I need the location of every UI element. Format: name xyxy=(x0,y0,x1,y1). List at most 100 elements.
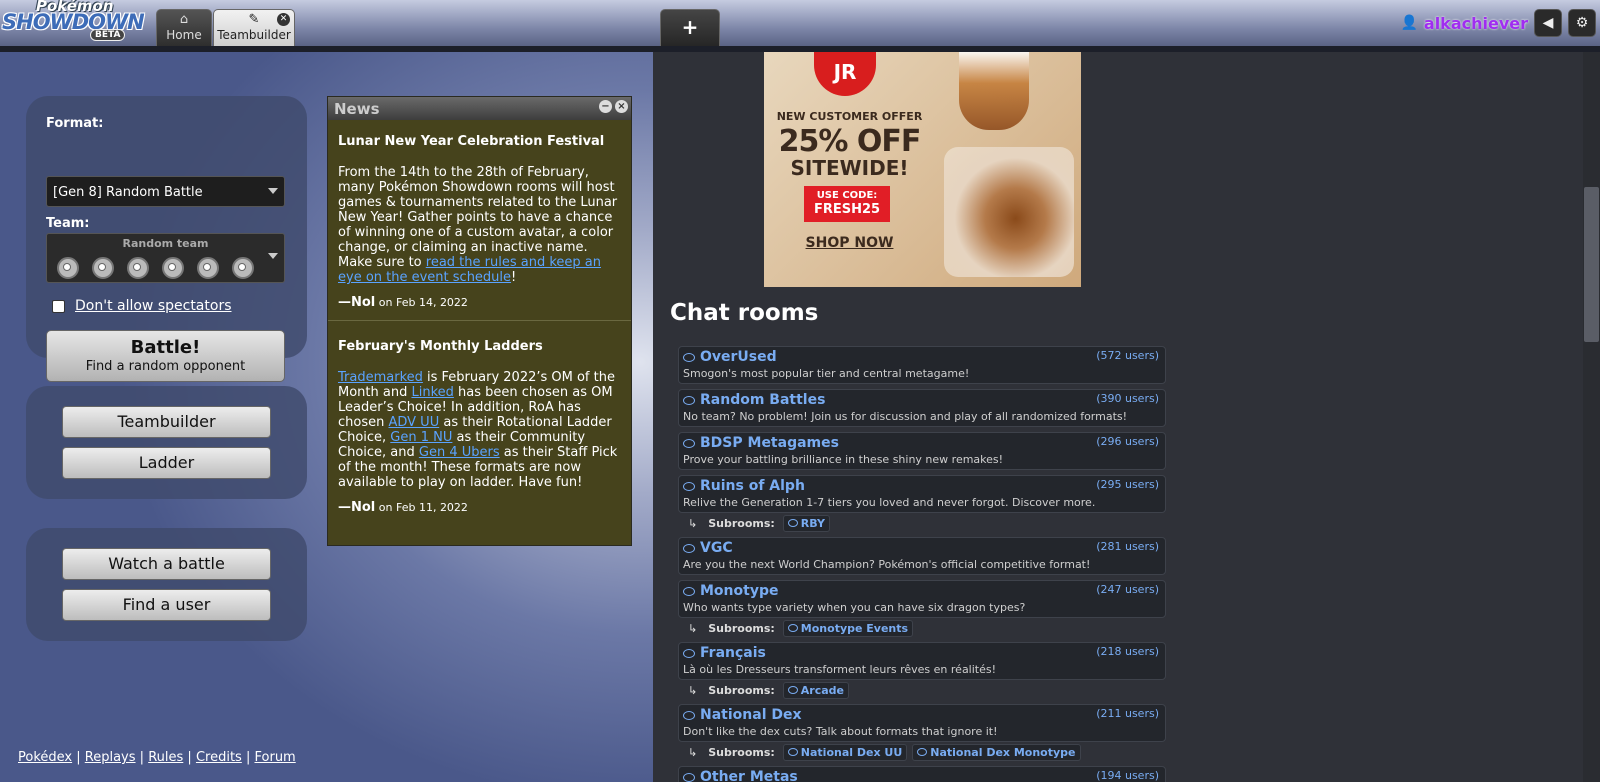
room-name: Français xyxy=(700,645,766,661)
news-item-body: From the 14th to the 28th of February, m… xyxy=(338,165,621,285)
news-item-title: Lunar New Year Celebration Festival xyxy=(338,134,605,149)
subroom-name: Arcade xyxy=(800,683,845,697)
pokeball-icon xyxy=(226,256,256,279)
news-item-body: Trademarked is February 2022’s OM of the… xyxy=(338,370,621,490)
user-bar: 👤 alkachiever ◀ ⚙ xyxy=(1400,8,1600,38)
close-tab-icon[interactable]: ✕ xyxy=(277,13,290,26)
footer-link-rules[interactable]: Rules xyxy=(148,750,183,765)
advertisement[interactable]: JR NEW CUSTOMER OFFER 25% OFF SITEWIDE! … xyxy=(764,52,1081,287)
team-icons xyxy=(51,256,256,279)
news-link[interactable]: Trademarked xyxy=(338,370,423,385)
gear-icon: ⚙ xyxy=(1575,15,1589,31)
footer-sep: | xyxy=(187,750,192,765)
footer-sep: | xyxy=(245,750,251,765)
room-desc: Relive the Generation 1-7 tiers you love… xyxy=(683,496,1096,509)
pokeball-icon xyxy=(121,256,151,279)
user-icon: 👤 xyxy=(1400,15,1418,31)
watch-battle-button[interactable]: Watch a battle xyxy=(62,548,271,580)
battle-button[interactable]: Battle! Find a random opponent xyxy=(46,330,285,382)
spectators-option[interactable]: Don't allow spectators xyxy=(52,298,232,314)
subroom-name: National Dex Monotype xyxy=(930,745,1076,759)
showdown-logo[interactable]: Pokémon SHOWDOWN BETA xyxy=(2,0,152,44)
format-label: Format: xyxy=(46,116,104,131)
room-random-battles[interactable]: Random Battles (390 users) No team? No pro… xyxy=(678,389,1166,427)
spectators-checkbox[interactable] xyxy=(52,299,65,313)
chat-bubble-icon xyxy=(683,543,695,553)
close-icon[interactable]: × xyxy=(615,100,628,113)
room-desc: Prove your battling brilliance in these … xyxy=(683,453,1004,466)
pokeball-icon xyxy=(156,256,186,279)
subroom-arcade[interactable]: Arcade xyxy=(782,681,850,699)
footer-links: Pokédex | Replays | Rules | Credits | Fo… xyxy=(18,750,296,765)
chat-bubble-icon xyxy=(787,747,798,756)
nav-menu: Teambuilder Ladder xyxy=(26,386,307,499)
battle-button-title: Battle! xyxy=(130,337,201,358)
news-link[interactable]: ADV UU xyxy=(388,415,439,430)
room-other-metas[interactable]: Other Metas (194 users) xyxy=(678,766,1166,782)
subroom-monotype-events[interactable]: Monotype Events xyxy=(782,619,914,637)
room-name: National Dex xyxy=(700,707,802,723)
logo-beta-badge: BETA xyxy=(90,29,126,41)
room-bdsp[interactable]: BDSP Metagames (296 users) Prove your batt… xyxy=(678,432,1166,470)
scrollbar[interactable] xyxy=(1583,52,1600,782)
room-ruins-of-alph[interactable]: Ruins of Alph (295 users) Relive the Gener… xyxy=(678,475,1166,513)
new-tab-button[interactable]: + xyxy=(660,9,720,46)
rooms-pane: JR NEW CUSTOMER OFFER 25% OFF SITEWIDE! … xyxy=(653,52,1600,782)
subroom-arrow-icon: ↳ xyxy=(688,516,698,530)
sound-button[interactable]: ◀ xyxy=(1534,9,1562,37)
footer-link-credits[interactable]: Credits xyxy=(196,750,242,765)
room-overused[interactable]: OverUsed (572 users) Smogon's most popular… xyxy=(678,346,1166,384)
room-users: (194 users) xyxy=(1096,769,1159,782)
subroom-natdex-monotype[interactable]: National Dex Monotype xyxy=(912,743,1081,761)
chat-bubble-icon xyxy=(787,623,798,632)
room-desc: No team? No problem! Join us for discuss… xyxy=(683,410,1128,423)
room-desc: Who wants type variety when you can have… xyxy=(683,601,1026,614)
subroom-name: National Dex UU xyxy=(800,745,903,759)
format-select[interactable]: [Gen 8] Random Battle xyxy=(46,176,285,207)
news-author: —Nol xyxy=(338,295,376,310)
room-users: (390 users) xyxy=(1096,392,1159,405)
tab-home[interactable]: ⌂ Home xyxy=(156,9,212,46)
news-link[interactable]: Gen 1 NU xyxy=(390,430,452,445)
format-value: [Gen 8] Random Battle xyxy=(53,185,203,200)
footer-link-forum[interactable]: Forum xyxy=(255,750,296,765)
room-desc: Don't like the dex cuts? Talk about form… xyxy=(683,725,998,738)
settings-button[interactable]: ⚙ xyxy=(1568,9,1596,37)
room-monotype[interactable]: Monotype (247 users) Who wants type variet… xyxy=(678,580,1166,618)
battle-button-subtitle: Find a random opponent xyxy=(85,359,246,374)
room-national-dex[interactable]: National Dex (211 users) Don't like the de… xyxy=(678,704,1166,742)
footer-link-replays[interactable]: Replays xyxy=(85,750,136,765)
teambuilder-button[interactable]: Teambuilder xyxy=(62,406,271,438)
username[interactable]: alkachiever xyxy=(1424,14,1528,33)
footer-link-pokedex[interactable]: Pokédex xyxy=(18,750,72,765)
chat-bubble-icon xyxy=(683,586,695,596)
subroom-name: Monotype Events xyxy=(800,621,909,635)
chevron-down-icon xyxy=(268,253,278,259)
news-link[interactable]: Linked xyxy=(411,385,453,400)
subrooms-label: Subrooms: xyxy=(708,683,775,697)
chat-rooms-title: Chat rooms xyxy=(670,300,819,326)
home-icon: ⌂ xyxy=(179,12,189,27)
tab-teambuilder[interactable]: ✎ Teambuilder ✕ xyxy=(213,9,295,46)
subroom-natdex-uu[interactable]: National Dex UU xyxy=(782,743,908,761)
room-francais[interactable]: Français (218 users) Là où les Dresseurs t… xyxy=(678,642,1166,680)
room-desc: Smogon's most popular tier and central m… xyxy=(683,367,970,380)
news-panel: News − × Lunar New Year Celebration Fest… xyxy=(327,96,632,546)
news-link[interactable]: Gen 4 Ubers xyxy=(419,445,500,460)
room-name: BDSP Metagames xyxy=(700,435,839,451)
room-name: Other Metas xyxy=(700,769,798,782)
ad-sitewide: SITEWIDE! xyxy=(790,156,909,180)
subroom-rby[interactable]: RBY xyxy=(782,514,831,532)
room-vgc[interactable]: VGC (281 users) Are you the next World Cha… xyxy=(678,537,1166,575)
scrollbar-thumb[interactable] xyxy=(1584,187,1599,342)
chat-bubble-icon xyxy=(683,772,695,782)
subrooms-label: Subrooms: xyxy=(708,516,775,530)
spectators-label[interactable]: Don't allow spectators xyxy=(75,298,232,314)
news-item: February's Monthly Ladders Trademarked i… xyxy=(328,320,631,525)
team-select[interactable]: Random team xyxy=(46,233,285,283)
find-user-button[interactable]: Find a user xyxy=(62,589,271,621)
minimize-icon[interactable]: − xyxy=(599,100,612,113)
ladder-button[interactable]: Ladder xyxy=(62,447,271,479)
room-desc: Are you the next World Champion? Pokémon… xyxy=(683,558,1091,571)
room-name: Ruins of Alph xyxy=(700,478,805,494)
